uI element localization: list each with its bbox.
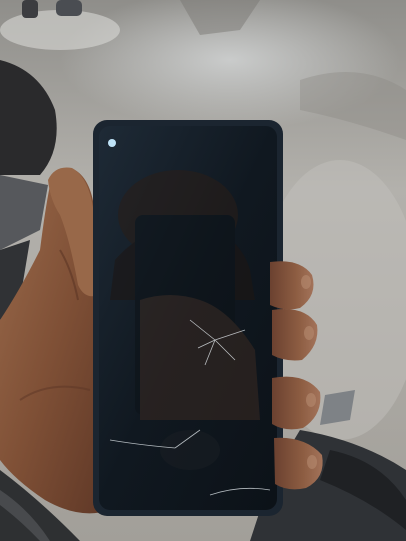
distant-foot-left [22, 0, 38, 18]
photo-scene [0, 0, 406, 541]
photo-illustration [0, 0, 406, 541]
front-camera [108, 139, 116, 147]
smartphone [93, 120, 283, 516]
distant-foot-right [56, 0, 82, 16]
